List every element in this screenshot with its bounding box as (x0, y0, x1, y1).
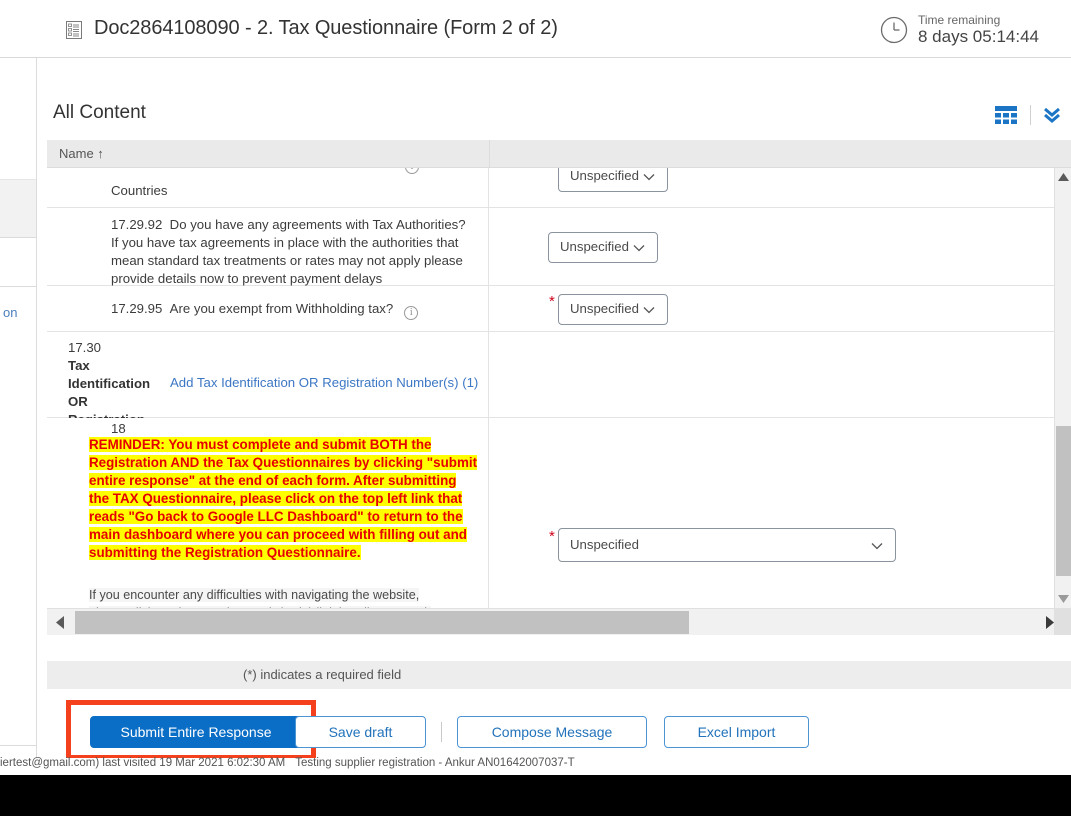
answer-dropdown-value: Unspecified (570, 168, 639, 183)
section-title-all-content: All Content (53, 102, 146, 123)
info-icon[interactable]: i (405, 168, 419, 174)
question-number: 17.29.95 (111, 301, 163, 316)
table-cell-value (490, 332, 1054, 417)
page-header: Doc2864108090 - 2. Tax Questionnaire (Fo… (0, 0, 1071, 58)
table-row: 18 REMINDER: You must complete and submi… (47, 418, 1054, 608)
table-cell-name: 17.29.95 Are you exempt from Withholding… (47, 286, 489, 331)
question-number: 17.30 (68, 340, 102, 355)
answer-dropdown-value: Unspecified (570, 537, 639, 552)
time-remaining-label: Time remaining (918, 13, 1001, 27)
table-body: i Countries Unspecified 17.29.92 (47, 168, 1054, 608)
info-icon[interactable]: i (404, 306, 419, 320)
chevron-down-icon (633, 245, 645, 252)
scroll-left-arrow-icon[interactable] (47, 609, 75, 636)
scroll-down-arrow-icon[interactable] (1055, 590, 1071, 608)
table-cell-value: Unspecified (490, 208, 1054, 285)
submit-entire-response-button[interactable]: Submit Entire Response (90, 716, 302, 748)
scroll-up-arrow-icon[interactable] (1055, 168, 1071, 186)
table-horizontal-scrollbar[interactable] (47, 608, 1071, 635)
footer-session-org: Testing supplier registration - Ankur AN… (295, 757, 575, 769)
answer-dropdown[interactable]: Unspecified (558, 294, 668, 325)
answer-dropdown[interactable]: Unspecified (548, 232, 658, 263)
answer-dropdown[interactable]: Unspecified (558, 168, 668, 192)
compose-message-button[interactable]: Compose Message (457, 716, 647, 748)
support-note-line-1: If you encounter any difficulties with n… (89, 588, 420, 602)
chevron-down-icon (643, 307, 655, 314)
table-cell-value: Unspecified (490, 168, 1054, 207)
table-cell-question-text: Countries (111, 183, 168, 198)
table-cell-name: 17.30 Tax Identification OR Registration… (47, 332, 489, 445)
main-content: All Content Name ↑ Countries Unspecified… (37, 58, 1071, 758)
table-header-row: Name ↑ (47, 140, 1071, 168)
collapse-all-chevrons-icon[interactable] (1042, 105, 1062, 125)
required-field-note-text: (*) indicates a required field (243, 667, 402, 682)
add-tax-id-link[interactable]: Add Tax Identification OR Registration N… (170, 375, 478, 390)
scrollbar-corner (1054, 608, 1071, 635)
document-list-icon (66, 21, 82, 39)
question-text: Do you have any agreements with Tax Auth… (111, 217, 466, 286)
button-divider (441, 722, 442, 742)
required-field-note: (*) indicates a required field (47, 661, 1071, 689)
left-panel-bottom[interactable]: on (0, 286, 36, 746)
save-draft-button[interactable]: Save draft (295, 716, 426, 748)
table-cell-value: * Unspecified (490, 286, 1054, 331)
table-cell-value: * Unspecified (490, 418, 1054, 608)
required-asterisk: * (549, 293, 555, 310)
table-cell-name: 18 REMINDER: You must complete and submi… (47, 418, 489, 608)
table-cell-question-text: 17.29.92 Do you have any agreements with… (111, 216, 476, 288)
table-cell-name: i Countries (47, 168, 489, 207)
column-header-name[interactable]: Name ↑ (59, 146, 104, 161)
page-title: Doc2864108090 - 2. Tax Questionnaire (Fo… (94, 17, 558, 39)
left-panel-truncated-link[interactable]: on (3, 305, 17, 320)
footer-session-info: iertest@gmail.com) last visited 19 Mar 2… (0, 757, 575, 769)
table-row: 17.30 Tax Identification OR Registration… (47, 332, 1054, 445)
required-asterisk: * (549, 528, 555, 545)
bottom-black-bar (0, 775, 1071, 816)
vertical-scrollbar-thumb[interactable] (1056, 426, 1071, 576)
answer-dropdown[interactable]: Unspecified (558, 528, 896, 562)
grid-view-icon[interactable] (995, 106, 1017, 124)
header-column-divider (489, 140, 490, 168)
table-row: 17.29.92 Do you have any agreements with… (47, 208, 1054, 286)
table-cell-name: 17.29.92 Do you have any agreements with… (47, 208, 489, 288)
table-cell-question-text: 17.29.95 Are you exempt from Withholding… (111, 300, 471, 320)
reminder-highlighted-text: REMINDER: You must complete and submit B… (89, 437, 478, 560)
table-row: i Countries Unspecified (47, 168, 1054, 208)
chevron-down-icon (871, 543, 883, 550)
clock-icon (880, 16, 908, 44)
content-table: Name ↑ i Countries Unspecified (47, 140, 1071, 635)
action-button-row: Submit Entire Response Save draft Compos… (37, 700, 1071, 758)
answer-dropdown-value: Unspecified (570, 301, 639, 316)
left-panel-top (0, 58, 36, 238)
horizontal-scrollbar-thumb[interactable] (75, 611, 689, 634)
question-text: Are you exempt from Withholding tax? (169, 301, 394, 316)
excel-import-button[interactable]: Excel Import (664, 716, 809, 748)
left-rail: on (0, 58, 37, 758)
answer-dropdown-value: Unspecified (560, 239, 629, 254)
chevron-down-icon (643, 174, 655, 181)
toolbar-divider (1030, 105, 1031, 125)
table-vertical-scrollbar[interactable] (1054, 168, 1071, 608)
table-row: 17.29.95 Are you exempt from Withholding… (47, 286, 1054, 332)
time-remaining-value: 8 days 05:14:44 (918, 27, 1039, 46)
question-number: 17.29.92 (111, 217, 163, 232)
ariba-questionnaire-page: Doc2864108090 - 2. Tax Questionnaire (Fo… (0, 0, 1071, 816)
left-panel-top-footer (0, 179, 36, 237)
footer-session-user: iertest@gmail.com) last visited 19 Mar 2… (0, 757, 286, 769)
